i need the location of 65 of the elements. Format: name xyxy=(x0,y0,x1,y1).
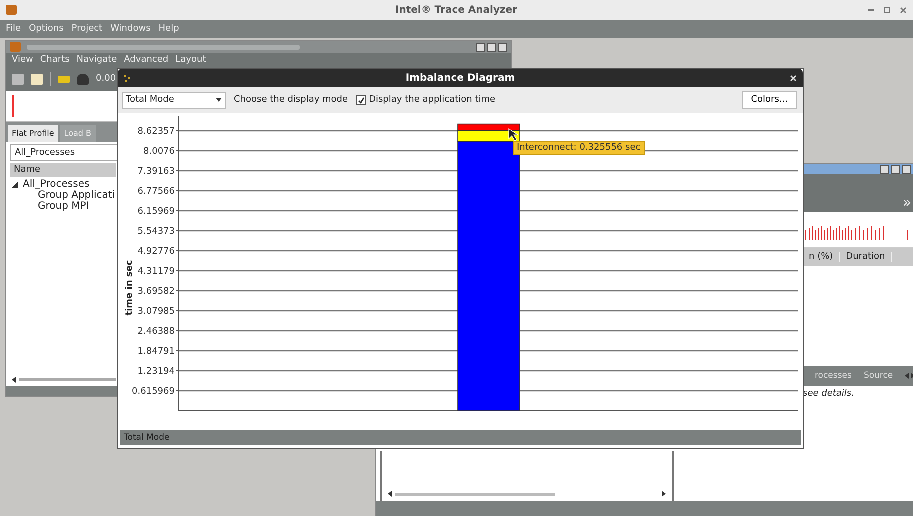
maximize-icon[interactable] xyxy=(884,7,890,13)
status-bar: Total Mode xyxy=(120,430,801,445)
cursor-icon xyxy=(508,128,519,142)
timeline-spike xyxy=(12,95,14,117)
menu-item[interactable]: Layout xyxy=(176,55,206,65)
dialog-icon xyxy=(124,74,131,82)
menu-item[interactable]: Windows xyxy=(110,24,151,34)
tab[interactable]: rocesses xyxy=(815,371,852,381)
chart-icon[interactable] xyxy=(58,76,70,82)
field-label: Choose the display mode xyxy=(234,95,348,105)
axis-tick-label: 2.46388 xyxy=(138,327,175,337)
scrollbar-thumb[interactable] xyxy=(395,492,555,496)
menu-item[interactable]: Charts xyxy=(40,55,70,65)
column-header[interactable]: Duration xyxy=(840,252,892,262)
axis-tick-label: 0.615969 xyxy=(132,387,175,397)
time-value: 0.00 xyxy=(96,74,116,84)
tree-item[interactable]: Group MPI xyxy=(38,201,90,212)
group-select[interactable]: All_Processes xyxy=(10,144,117,161)
menu-item[interactable]: Advanced xyxy=(124,55,169,65)
axis-title: time in sec xyxy=(125,260,135,316)
document-icon[interactable] xyxy=(31,74,43,84)
scrollbar-thumb[interactable] xyxy=(19,378,116,381)
app-icon xyxy=(6,5,17,15)
scroll-left-icon[interactable] xyxy=(388,491,392,497)
dialog-title: Imbalance Diagram xyxy=(406,72,516,84)
axis-tick-label: 8.62357 xyxy=(138,126,175,137)
scroll-left-icon[interactable] xyxy=(12,376,16,382)
axis-tick-label: 7.39163 xyxy=(138,166,175,177)
menu-item[interactable]: Help xyxy=(158,24,180,34)
tab[interactable]: Flat Profile xyxy=(8,125,58,142)
window-controls-icon[interactable] xyxy=(476,42,507,52)
colors-button[interactable]: Colors... xyxy=(742,91,797,109)
scroll-right-icon[interactable] xyxy=(662,491,666,497)
tree-item[interactable]: All_Processes xyxy=(23,179,90,190)
tab[interactable]: Load B xyxy=(60,125,96,142)
menu-item[interactable]: Project xyxy=(72,24,103,34)
checkbox[interactable] xyxy=(356,95,366,105)
axis-tick-label: 1.84791 xyxy=(138,347,175,357)
menu-item[interactable]: View xyxy=(12,55,34,65)
window-controls-icon[interactable] xyxy=(880,164,911,174)
tab[interactable]: Source xyxy=(864,371,894,381)
axis-tick-label: 5.54373 xyxy=(138,227,175,237)
table-icon[interactable] xyxy=(12,74,24,84)
more-icon[interactable] xyxy=(904,200,911,206)
menu-item[interactable]: Navigate xyxy=(76,55,118,65)
menu-item[interactable]: Options xyxy=(29,24,64,34)
expand-icon[interactable] xyxy=(12,182,18,188)
app-icon xyxy=(10,42,21,52)
mode-dropdown[interactable]: Total Mode xyxy=(122,92,226,108)
axis-tick-label: 1.23194 xyxy=(138,367,175,377)
menu-item[interactable]: File xyxy=(6,24,22,34)
hint-text: see details. xyxy=(803,388,854,399)
column-header: Name xyxy=(10,163,116,177)
axis-tick-label: 8.0076 xyxy=(144,146,175,157)
dropdown-caret-icon[interactable] xyxy=(216,98,222,102)
axis-tick-label: 3.07985 xyxy=(138,307,175,317)
axis-tick-label: 6.15969 xyxy=(138,207,175,217)
axis-tick-label: 4.92776 xyxy=(138,247,175,257)
tooltip: Interconnect: 0.325556 sec xyxy=(513,141,645,155)
checkbox-label: Display the application time xyxy=(369,95,496,105)
axis-tick-label: 6.77566 xyxy=(138,186,175,197)
axis-tick-label: 4.31179 xyxy=(138,267,175,277)
axis-tick-label: 3.69582 xyxy=(138,287,175,297)
tree-item[interactable]: Group Applicati xyxy=(38,190,116,201)
window-title: Intel® Trace Analyzer xyxy=(396,4,518,16)
